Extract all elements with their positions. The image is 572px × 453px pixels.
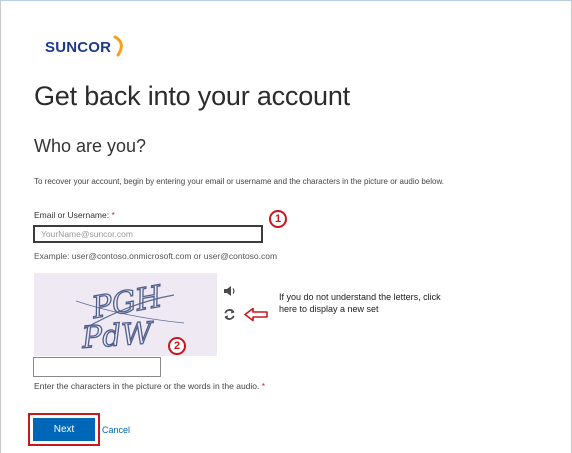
page-title: Get back into your account	[34, 81, 350, 111]
email-required-mark: *	[111, 210, 115, 220]
cancel-link[interactable]: Cancel	[102, 425, 130, 435]
speaker-icon[interactable]	[223, 285, 237, 297]
annotation-marker-2: 2	[168, 337, 186, 355]
refresh-tip-text: If you do not understand the letters, cl…	[279, 292, 441, 314]
email-input[interactable]	[33, 225, 263, 243]
email-label-text: Email or Username:	[34, 210, 110, 220]
captcha-text-line-2: PdW	[80, 316, 156, 356]
logo-text: SUNCOR	[45, 38, 112, 56]
left-arrow-icon	[244, 307, 268, 322]
captcha-required-mark: *	[261, 381, 266, 391]
instructions-text: To recover your account, begin by enteri…	[34, 177, 445, 186]
captcha-image: PGH PdW	[34, 273, 217, 356]
captcha-drawing: PGH PdW	[75, 279, 185, 356]
page-subtitle: Who are you?	[34, 136, 147, 156]
annotation-marker-1: 1	[269, 210, 287, 228]
next-button[interactable]: Next	[33, 418, 95, 441]
captcha-label: Enter the characters in the picture or t…	[34, 381, 265, 391]
email-label: Email or Username: *	[34, 210, 115, 220]
captcha-label-text: Enter the characters in the picture or t…	[34, 381, 260, 391]
password-recovery-page: SUNCOR Get back into your account Who ar…	[0, 0, 572, 453]
email-example-text: Example: user@contoso.onmicrosoft.com or…	[34, 251, 278, 261]
captcha-input[interactable]	[33, 357, 161, 377]
suncor-logo: SUNCOR	[45, 34, 128, 60]
refresh-icon[interactable]	[223, 308, 236, 321]
logo-arc-icon	[113, 35, 124, 56]
